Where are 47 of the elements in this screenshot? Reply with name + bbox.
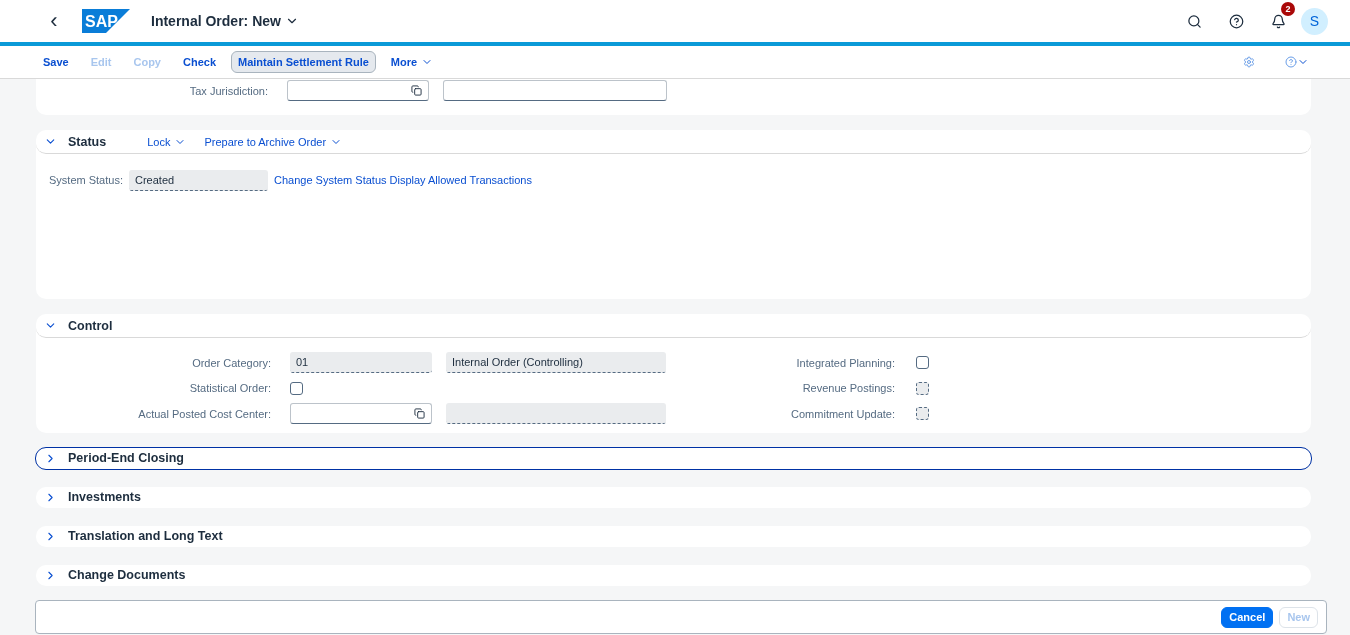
field-label: Integrated Planning:: [795, 356, 895, 369]
order-category-field: 01: [290, 352, 432, 374]
collapsed-section[interactable]: Investments: [36, 486, 1311, 508]
toolbar-button[interactable]: Check: [176, 51, 223, 73]
checkbox[interactable]: [290, 381, 303, 395]
notification-count: 2: [1281, 2, 1295, 16]
field-label: System Status:: [49, 174, 123, 186]
settings-icon: [1243, 56, 1255, 68]
field-label: Tax Jurisdiction:: [188, 85, 268, 97]
field-label: Revenue Postings:: [801, 382, 895, 395]
link[interactable]: Change System Status: [274, 174, 387, 186]
value-help-icon[interactable]: [414, 408, 425, 420]
toolbar-button[interactable]: Save: [36, 51, 76, 73]
menu-button[interactable]: Prepare to Archive Order: [204, 135, 343, 148]
logo: SAP: [82, 9, 130, 33]
cost-center-input[interactable]: [290, 403, 432, 425]
app-title[interactable]: Internal Order: New: [151, 13, 299, 29]
bell-icon: [1270, 13, 1286, 29]
tax-jurisdiction-input[interactable]: [287, 80, 429, 101]
section-title: Control: [68, 318, 113, 333]
menu-button[interactable]: Lock: [147, 135, 187, 148]
system-status-field: Created: [129, 170, 268, 191]
collapsed-section[interactable]: Translation and Long Text: [36, 525, 1311, 547]
checkbox[interactable]: [916, 356, 929, 370]
description-field: Internal Order (Controlling): [446, 352, 666, 374]
back-button[interactable]: ‹: [44, 8, 64, 34]
help-icon: [1228, 13, 1244, 29]
section-title: Status: [68, 134, 107, 149]
link[interactable]: Display Allowed Transactions: [389, 174, 532, 186]
footer-button[interactable]: Cancel: [1221, 606, 1274, 628]
collapsed-section[interactable]: Change Documents: [36, 564, 1311, 586]
section-title: Translation and Long Text: [68, 529, 223, 543]
user-avatar[interactable]: S: [1301, 7, 1328, 35]
value-help-icon[interactable]: [411, 85, 422, 96]
field-label: Commitment Update:: [790, 407, 895, 420]
toolbar-button[interactable]: Maintain Settlement Rule: [231, 51, 376, 73]
more-menu-button[interactable]: More: [383, 51, 441, 73]
section-title: Change Documents: [68, 568, 186, 582]
section-title: Period-End Closing: [68, 451, 184, 465]
collapsed-section[interactable]: Period-End Closing: [36, 447, 1311, 469]
field-label: Order Category:: [191, 356, 271, 369]
field-label: Statistical Order:: [188, 382, 271, 395]
tax-jurisdiction-description-input[interactable]: [443, 80, 667, 101]
field-label: Actual Posted Cost Center:: [137, 407, 271, 420]
help-icon: [1285, 56, 1297, 68]
search-icon: [1186, 13, 1202, 29]
section-title: Investments: [68, 490, 141, 504]
